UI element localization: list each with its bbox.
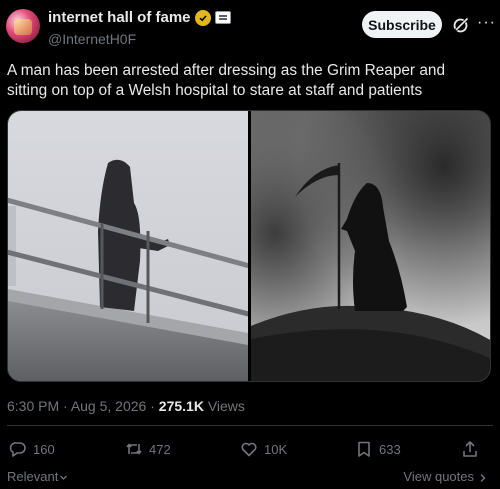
view-quotes-link[interactable]: View quotes bbox=[403, 469, 488, 484]
view-quotes-label: View quotes bbox=[403, 469, 474, 484]
repost-button[interactable]: 472 bbox=[125, 440, 171, 458]
verified-badge-icon[interactable] bbox=[194, 9, 211, 26]
reply-icon bbox=[9, 442, 26, 457]
bookmark-button[interactable]: 633 bbox=[355, 440, 401, 458]
avatar[interactable] bbox=[6, 9, 40, 43]
tweet-header: internet hall of fame @InternetH0F Subsc… bbox=[0, 0, 500, 56]
views-count[interactable]: 275.1K bbox=[159, 398, 204, 414]
meta-separator: · bbox=[146, 398, 159, 414]
reply-count: 160 bbox=[33, 441, 55, 457]
tweet-meta: 6:30 PM · Aug 5, 2026 · 275.1K Views bbox=[7, 398, 245, 414]
affiliate-badge-icon[interactable] bbox=[214, 11, 231, 24]
bookmark-count: 633 bbox=[379, 441, 401, 457]
bookmark-icon bbox=[358, 441, 370, 457]
chevron-down-icon bbox=[60, 475, 68, 480]
views-label: Views bbox=[203, 398, 245, 414]
subscribe-button[interactable]: Subscribe bbox=[362, 11, 442, 38]
chevron-right-icon bbox=[480, 473, 486, 482]
author-handle[interactable]: @InternetH0F bbox=[48, 31, 136, 47]
tweet-time[interactable]: 6:30 PM bbox=[7, 398, 59, 414]
meta-separator: · bbox=[59, 398, 71, 414]
repost-icon bbox=[126, 443, 142, 455]
share-icon bbox=[463, 441, 477, 457]
tweet-text: A man has been arrested after dressing a… bbox=[7, 62, 446, 99]
author-display-name[interactable]: internet hall of fame bbox=[48, 9, 191, 26]
sort-replies-dropdown[interactable]: Relevant bbox=[7, 469, 68, 484]
grok-icon[interactable] bbox=[452, 16, 470, 34]
media-image-grim-reaper[interactable] bbox=[251, 111, 491, 382]
author-name-row: internet hall of fame bbox=[48, 9, 231, 26]
sort-label: Relevant bbox=[7, 469, 59, 484]
repost-count: 472 bbox=[149, 441, 171, 457]
like-icon bbox=[241, 442, 257, 457]
tweet-media[interactable] bbox=[7, 110, 491, 382]
tweet-date[interactable]: Aug 5, 2026 bbox=[71, 398, 147, 414]
more-icon[interactable]: ··· bbox=[477, 14, 496, 32]
media-image-hospital-roof[interactable] bbox=[8, 111, 248, 382]
tweet-actions: 160 472 10K 633 bbox=[0, 440, 500, 462]
replies-footer: Relevant View quotes bbox=[0, 469, 500, 487]
share-button[interactable] bbox=[461, 440, 479, 458]
reply-button[interactable]: 160 bbox=[9, 440, 55, 458]
like-count: 10K bbox=[264, 441, 288, 457]
like-button[interactable]: 10K bbox=[240, 440, 287, 458]
divider bbox=[7, 425, 493, 426]
